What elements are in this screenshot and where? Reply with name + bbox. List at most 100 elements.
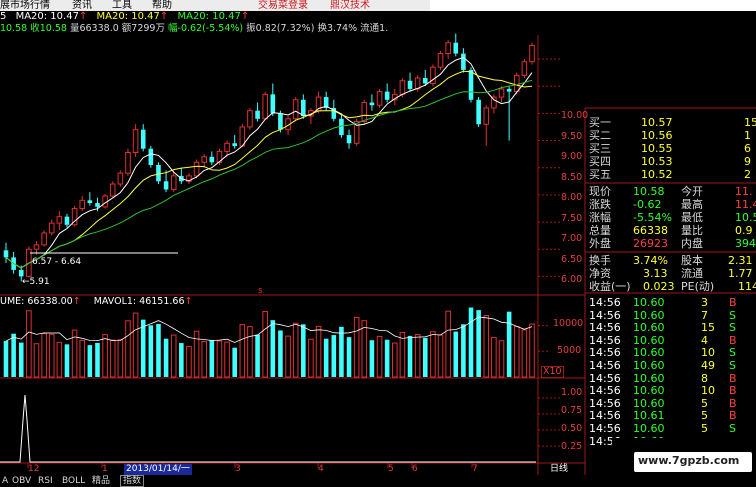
stat-label: 外盘 bbox=[589, 237, 611, 250]
candle bbox=[117, 170, 124, 187]
stat-value: 2.31 bbox=[728, 254, 753, 267]
candle-body bbox=[476, 99, 481, 125]
candle bbox=[529, 42, 535, 65]
candle-body bbox=[521, 61, 528, 76]
tick-side: S bbox=[729, 321, 736, 335]
volume-bar bbox=[87, 345, 93, 377]
candle-body bbox=[270, 94, 276, 114]
candle bbox=[376, 88, 383, 108]
volume-bar bbox=[224, 341, 230, 378]
tick-volume: 5 bbox=[701, 396, 708, 410]
tick-side: B bbox=[729, 296, 737, 309]
bid-volume: 15 bbox=[744, 116, 756, 129]
stat-label: 最低 bbox=[681, 211, 703, 224]
bid-price: 10.52 bbox=[641, 168, 673, 181]
candle-body bbox=[301, 99, 306, 117]
mavol-value: MAVOL1: 46151.66 bbox=[93, 296, 185, 307]
tick-volume: 3 bbox=[701, 296, 708, 309]
date-label: 1 bbox=[102, 464, 108, 474]
stat-label: 最高 bbox=[681, 198, 703, 211]
tick-time: 14:56 bbox=[589, 396, 621, 410]
date-cursor-label[interactable]: 2013/01/14/一 bbox=[124, 464, 192, 475]
bid-volume: 9 bbox=[744, 155, 751, 168]
volume-bar bbox=[391, 342, 398, 378]
candle bbox=[109, 181, 116, 198]
tick-side: B bbox=[729, 333, 737, 347]
volume-bar bbox=[79, 339, 86, 378]
candle-body bbox=[95, 203, 100, 207]
price-tick: 6.50 bbox=[561, 254, 583, 265]
volume-bar bbox=[483, 315, 490, 378]
candle bbox=[430, 64, 436, 87]
tick-time: 14:56 bbox=[589, 346, 621, 360]
period-label[interactable]: 日线 bbox=[550, 464, 568, 475]
candle-body bbox=[247, 110, 253, 128]
candle-body bbox=[422, 78, 428, 84]
volume-bar bbox=[232, 347, 237, 377]
candle bbox=[148, 145, 154, 168]
tab-index[interactable]: 指数 bbox=[120, 475, 145, 487]
candle-body bbox=[170, 175, 177, 190]
stat-row: 换手 3.74% 股本 2.31 bbox=[589, 254, 753, 267]
volume-bar bbox=[41, 333, 47, 378]
volume-bar bbox=[407, 335, 413, 377]
volume-bar bbox=[369, 340, 375, 377]
price-tick: 7.00 bbox=[561, 233, 583, 244]
ma10-line bbox=[5, 70, 533, 269]
indicator-line bbox=[0, 394, 536, 463]
volume-bar bbox=[285, 335, 291, 378]
stat-value: 3.13 bbox=[643, 267, 668, 280]
watermark: www.7gpzb.com bbox=[612, 438, 756, 487]
stat-row: 现价 10.58 今开 11. bbox=[589, 185, 753, 198]
volume-bar bbox=[140, 319, 146, 377]
candle-body bbox=[56, 216, 63, 224]
candle bbox=[156, 162, 161, 185]
tab-featured[interactable]: 精品 bbox=[90, 475, 112, 487]
volume-bar bbox=[239, 324, 246, 378]
candle-body bbox=[193, 161, 200, 177]
bid-label: 买一 bbox=[589, 116, 611, 129]
tick-price: 10.60 bbox=[633, 308, 665, 322]
candle bbox=[483, 105, 490, 146]
volume-bar bbox=[361, 320, 368, 378]
candle bbox=[391, 88, 398, 106]
candle-body bbox=[513, 74, 520, 93]
candle-body bbox=[201, 156, 207, 163]
candle bbox=[170, 173, 177, 193]
tab-a[interactable]: A bbox=[0, 475, 10, 487]
candle bbox=[255, 102, 260, 122]
stat-label: 涨幅 bbox=[589, 211, 611, 224]
candle-body bbox=[483, 107, 490, 125]
candle-body bbox=[117, 172, 124, 185]
stat-label: PE(动) bbox=[681, 280, 715, 293]
indicator-tick: 0.75 bbox=[561, 405, 583, 416]
volume-bar bbox=[148, 325, 154, 377]
volume-bar bbox=[56, 341, 63, 378]
volume-bar bbox=[48, 333, 55, 378]
bid-row: 买四 10.53 9 bbox=[589, 155, 751, 168]
candle-body bbox=[255, 110, 260, 119]
stat-label: 净资 bbox=[589, 267, 611, 280]
stat-row: 收益(一) 0.023 PE(动) 114 bbox=[589, 280, 756, 293]
stat-label: 涨跌 bbox=[589, 198, 611, 211]
tick-side: B bbox=[729, 409, 737, 423]
candle bbox=[384, 83, 390, 103]
stat-value: 3941 bbox=[735, 237, 756, 250]
date-label: 5 bbox=[388, 464, 394, 474]
tab-obv[interactable]: OBV bbox=[10, 475, 33, 487]
date-axis: 12 1 2013/01/14/一 3 4 5 6 7 日线 bbox=[0, 464, 585, 475]
volume-bar bbox=[26, 310, 32, 378]
tick-time: 14:56 bbox=[589, 321, 621, 335]
candle-body bbox=[339, 118, 344, 136]
candle bbox=[3, 242, 9, 263]
tab-boll[interactable]: BOLL bbox=[60, 475, 87, 487]
tick-time: 14:56 bbox=[589, 371, 621, 385]
event-marker: s bbox=[258, 286, 263, 296]
candle bbox=[179, 167, 184, 185]
tab-rsi[interactable]: RSI bbox=[36, 475, 55, 487]
bid-label: 买五 bbox=[589, 168, 611, 181]
candle-body bbox=[361, 102, 368, 123]
stat-label: 收益(一) bbox=[589, 280, 631, 293]
candle-body bbox=[156, 165, 161, 182]
volume-bar bbox=[64, 344, 70, 377]
